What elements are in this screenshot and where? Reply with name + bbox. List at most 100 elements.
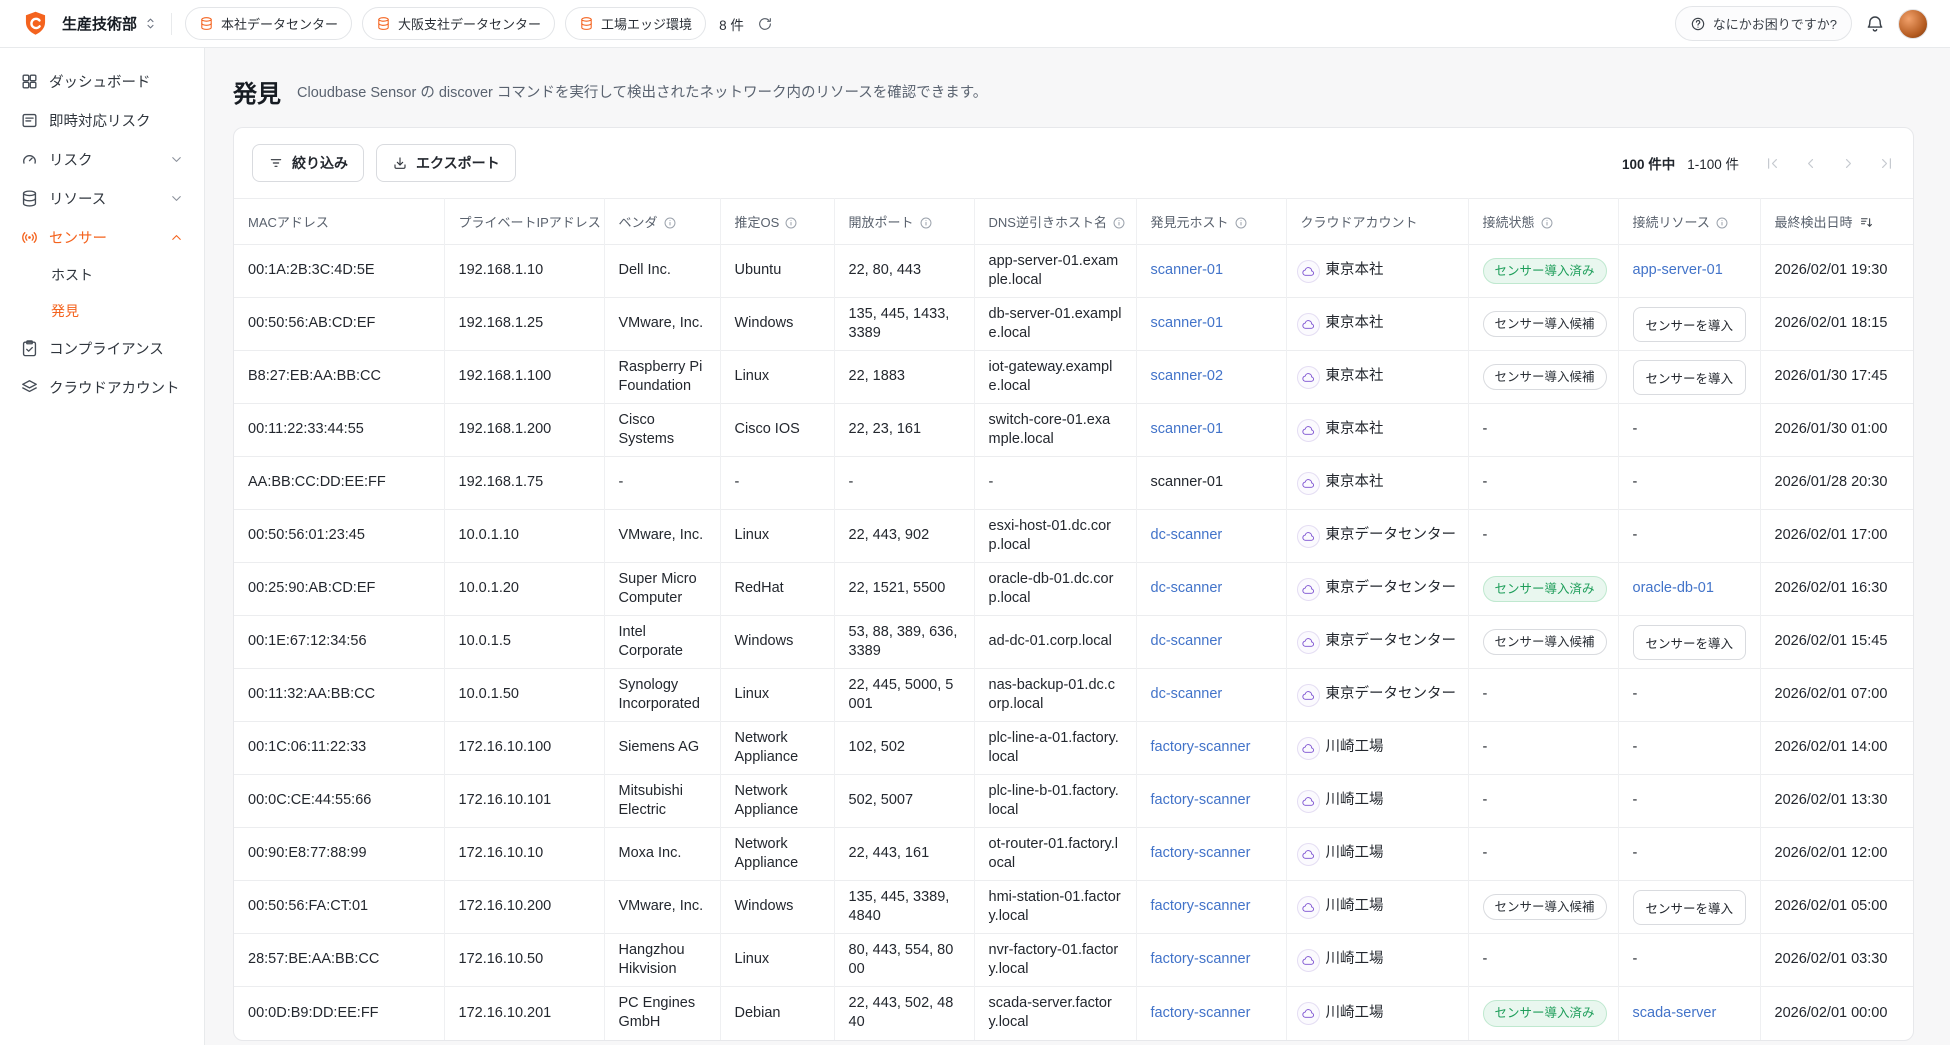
install-sensor-button[interactable]: センサーを導入 [1633,307,1747,342]
cloud-account: 東京データセンター [1297,631,1460,654]
cloud-account-label: 東京データセンター [1326,632,1457,651]
sidebar-item-resource[interactable]: リソース [10,179,194,218]
table-row: 00:50:56:AB:CD:EF192.168.1.25VMware, Inc… [234,298,1914,351]
discovery-table: MACアドレスプライベートIPアドレスベンダ推定OS開放ポートDNS逆引きホスト… [234,198,1914,1040]
chevron-down-icon [169,152,184,167]
connected-resource-link[interactable]: app-server-01 [1633,262,1723,278]
avatar[interactable] [1898,9,1928,39]
discovered-by-link[interactable]: scanner-02 [1151,368,1224,384]
page-header: 発見 Cloudbase Sensor の discover コマンドを実行して… [233,74,1914,109]
first-page-icon[interactable] [1764,155,1781,172]
cloud-account-label: 東京本社 [1326,420,1384,439]
cell-cloud-account: 川崎工場 [1286,987,1468,1040]
cell-private-ip: 10.0.1.10 [444,510,604,563]
cell-open-ports: 135, 445, 1433, 3389 [834,298,974,351]
sidebar-subitem-discovery[interactable]: 発見 [10,293,194,329]
discovered-by-link[interactable]: factory-scanner [1151,1005,1251,1021]
install-sensor-button[interactable]: センサーを導入 [1633,890,1747,925]
refresh-icon[interactable] [757,16,773,32]
workspace-tag-label: 工場エッジ環境 [601,14,692,33]
table-row: 00:50:56:FA:CT:01172.16.10.200VMware, In… [234,881,1914,934]
cell-private-ip: 192.168.1.200 [444,404,604,457]
cell-discovered-by: scanner-01 [1136,245,1286,298]
cell-open-ports: 22, 443, 902 [834,510,974,563]
filter-button[interactable]: 絞り込み [252,144,364,182]
help-icon [1690,16,1706,32]
cell-cloud-account: 東京データセンター [1286,510,1468,563]
cell-cloud-account: 川崎工場 [1286,722,1468,775]
connected-resource-link[interactable]: scada-server [1633,1005,1717,1021]
sidebar-item-sensor[interactable]: センサー [10,218,194,257]
cloud-account-label: 東京データセンター [1326,685,1457,704]
discovered-by-link[interactable]: dc-scanner [1151,527,1223,543]
help-button[interactable]: なにかお困りですか? [1675,6,1852,41]
table-row: 00:11:22:33:44:55192.168.1.200Cisco Syst… [234,404,1914,457]
cloud-account: 東京本社 [1297,366,1460,389]
sensor-installed-badge: センサー導入済み [1483,258,1607,285]
sidebar-item-dashboard[interactable]: ダッシュボード [10,62,194,101]
cell-os: Cisco IOS [720,404,834,457]
page-subtitle: Cloudbase Sensor の discover コマンドを実行して検出さ… [297,81,987,102]
discovered-by-link[interactable]: scanner-01 [1151,315,1224,331]
cell-cloud-account: 東京データセンター [1286,563,1468,616]
discovered-by-link[interactable]: factory-scanner [1151,792,1251,808]
cell-connection-status: センサー導入候補 [1468,616,1618,669]
workspace-tag[interactable]: 工場エッジ環境 [565,7,706,40]
sidebar-item-label: リソース [49,188,106,209]
discovered-by-link[interactable]: factory-scanner [1151,845,1251,861]
discovered-by-link[interactable]: scanner-01 [1151,421,1224,437]
discovered-by-link[interactable]: dc-scanner [1151,580,1223,596]
cell-os: Network Appliance [720,775,834,828]
discovered-by-link[interactable]: dc-scanner [1151,633,1223,649]
org-selector[interactable]: 生産技術部 [62,13,158,34]
table-header-row: MACアドレスプライベートIPアドレスベンダ推定OS開放ポートDNS逆引きホスト… [234,199,1914,245]
database-icon [579,16,594,31]
cell-vendor: Dell Inc. [604,245,720,298]
cell-os: Linux [720,934,834,987]
discovered-by-link[interactable]: scanner-01 [1151,262,1224,278]
connected-resource-link[interactable]: oracle-db-01 [1633,580,1714,596]
cell-cloud-account: 東京データセンター [1286,669,1468,722]
install-sensor-button[interactable]: センサーを導入 [1633,625,1747,660]
cell-connection-status: - [1468,510,1618,563]
sidebar-subitem-host[interactable]: ホスト [10,257,194,293]
discovered-by-link[interactable]: factory-scanner [1151,898,1251,914]
workspace-tag[interactable]: 大阪支社データセンター [362,7,555,40]
cell-mac: 00:11:22:33:44:55 [234,404,444,457]
table-row: 00:50:56:01:23:4510.0.1.10VMware, Inc.Li… [234,510,1914,563]
discovered-by-link[interactable]: dc-scanner [1151,686,1223,702]
table-row: 00:90:E8:77:88:99172.16.10.10Moxa Inc.Ne… [234,828,1914,881]
cell-private-ip: 192.168.1.25 [444,298,604,351]
topbar: 生産技術部 本社データセンター大阪支社データセンター 工場エッジ環境 8 件 なに… [0,0,1950,48]
sidebar-item-risk[interactable]: リスク [10,140,194,179]
cell-connected-resource: app-server-01 [1618,245,1760,298]
sidebar-item-cloud-account[interactable]: クラウドアカウント [10,368,194,407]
prev-page-icon[interactable] [1802,155,1819,172]
sidebar-item-compliance[interactable]: コンプライアンス [10,329,194,368]
cell-discovered-by: factory-scanner [1136,775,1286,828]
cloudbase-logo-icon [22,10,49,37]
cell-os: Ubuntu [720,245,834,298]
cell-mac: AA:BB:CC:DD:EE:FF [234,457,444,510]
workspace-count: 8 件 [719,14,744,34]
cell-dns-hostname: nas-backup-01.dc.corp.local [974,669,1136,722]
export-button[interactable]: エクスポート [376,144,516,182]
table-row: 00:1E:67:12:34:5610.0.1.5Intel Corporate… [234,616,1914,669]
cell-private-ip: 172.16.10.10 [444,828,604,881]
install-sensor-button[interactable]: センサーを導入 [1633,360,1747,395]
cell-os: Network Appliance [720,722,834,775]
discovered-by-link[interactable]: factory-scanner [1151,951,1251,967]
workspace-tag[interactable]: 本社データセンター [185,7,352,40]
bell-icon[interactable] [1865,14,1885,34]
discovered-by-link[interactable]: factory-scanner [1151,739,1251,755]
column-label: クラウドアカウント [1301,215,1418,230]
cell-vendor: Synology Incorporated [604,669,720,722]
sidebar-item-urgent-risk[interactable]: 即時対応リスク [10,101,194,140]
cell-connected-resource: - [1618,934,1760,987]
next-page-icon[interactable] [1840,155,1857,172]
column-header-last-detected[interactable]: 最終検出日時 [1760,199,1914,245]
cell-mac: 28:57:BE:AA:BB:CC [234,934,444,987]
cell-private-ip: 172.16.10.50 [444,934,604,987]
last-page-icon[interactable] [1878,155,1895,172]
cell-connection-status: - [1468,669,1618,722]
